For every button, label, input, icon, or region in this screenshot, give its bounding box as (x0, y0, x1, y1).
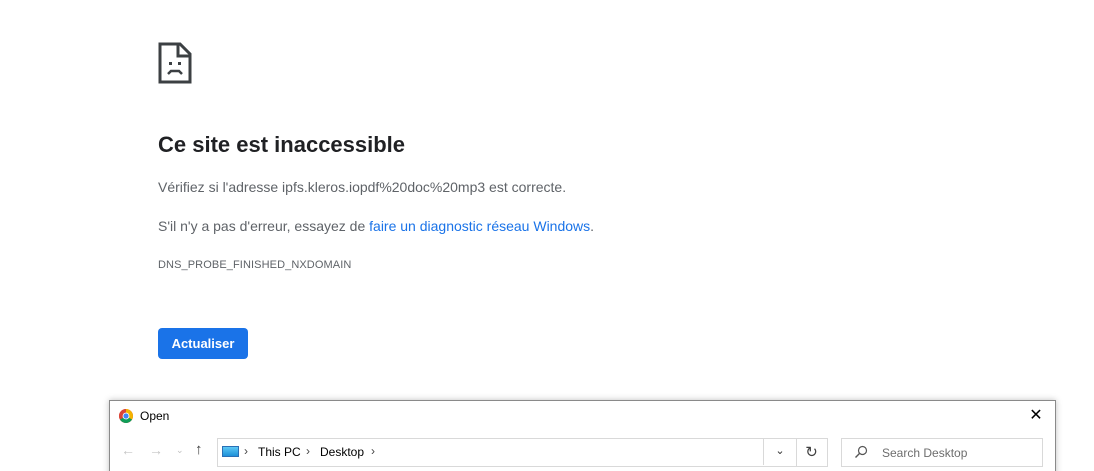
recent-locations-chevron-icon[interactable]: ⌄ (176, 439, 184, 461)
close-icon[interactable]: ✕ (1025, 405, 1047, 427)
forward-arrow-icon[interactable]: → (149, 439, 163, 461)
refresh-icon[interactable]: ↻ (796, 438, 828, 467)
dialog-title: Open (140, 409, 170, 423)
open-file-dialog: Open ✕ ← → ⌄ ↑ › This PC › Desktop › ⌄ ↻… (109, 400, 1056, 471)
browser-error-page: Ce site est inaccessible Vérifiez si l'a… (0, 0, 1094, 471)
dialog-titlebar[interactable]: Open ✕ (110, 401, 1055, 431)
search-input[interactable]: Search Desktop (841, 438, 1043, 467)
check-address-message: Vérifiez si l'adresse ipfs.kleros.iopdf%… (158, 179, 567, 195)
network-diagnostic-link[interactable]: faire un diagnostic réseau Windows (369, 218, 590, 234)
diagnostic-message: S'il n'y a pas d'erreur, essayez de fair… (158, 217, 594, 235)
address-bar[interactable]: › This PC › Desktop › (217, 438, 797, 467)
breadcrumb-separator[interactable]: › (306, 444, 310, 458)
back-arrow-icon[interactable]: ← (121, 439, 135, 461)
this-pc-icon (222, 446, 239, 457)
chrome-icon (119, 409, 133, 423)
breadcrumb-this-pc[interactable]: This PC (258, 445, 301, 459)
search-icon (855, 445, 868, 458)
breadcrumb-separator[interactable]: › (371, 444, 375, 458)
address-dropdown-chevron-icon[interactable]: ⌄ (763, 438, 796, 465)
error-title: Ce site est inaccessible (158, 132, 406, 157)
diagnostic-prefix: S'il n'y a pas d'erreur, essayez de (158, 218, 370, 234)
breadcrumb-desktop[interactable]: Desktop (320, 445, 364, 459)
sad-document-icon (158, 42, 192, 84)
diagnostic-suffix: . (590, 218, 595, 234)
error-code: DNS_PROBE_FINISHED_NXDOMAIN (158, 259, 352, 271)
breadcrumb-separator[interactable]: › (244, 444, 248, 458)
search-placeholder: Search Desktop (882, 446, 968, 460)
reload-button[interactable]: Actualiser (158, 328, 248, 359)
up-arrow-icon[interactable]: ↑ (195, 439, 203, 461)
